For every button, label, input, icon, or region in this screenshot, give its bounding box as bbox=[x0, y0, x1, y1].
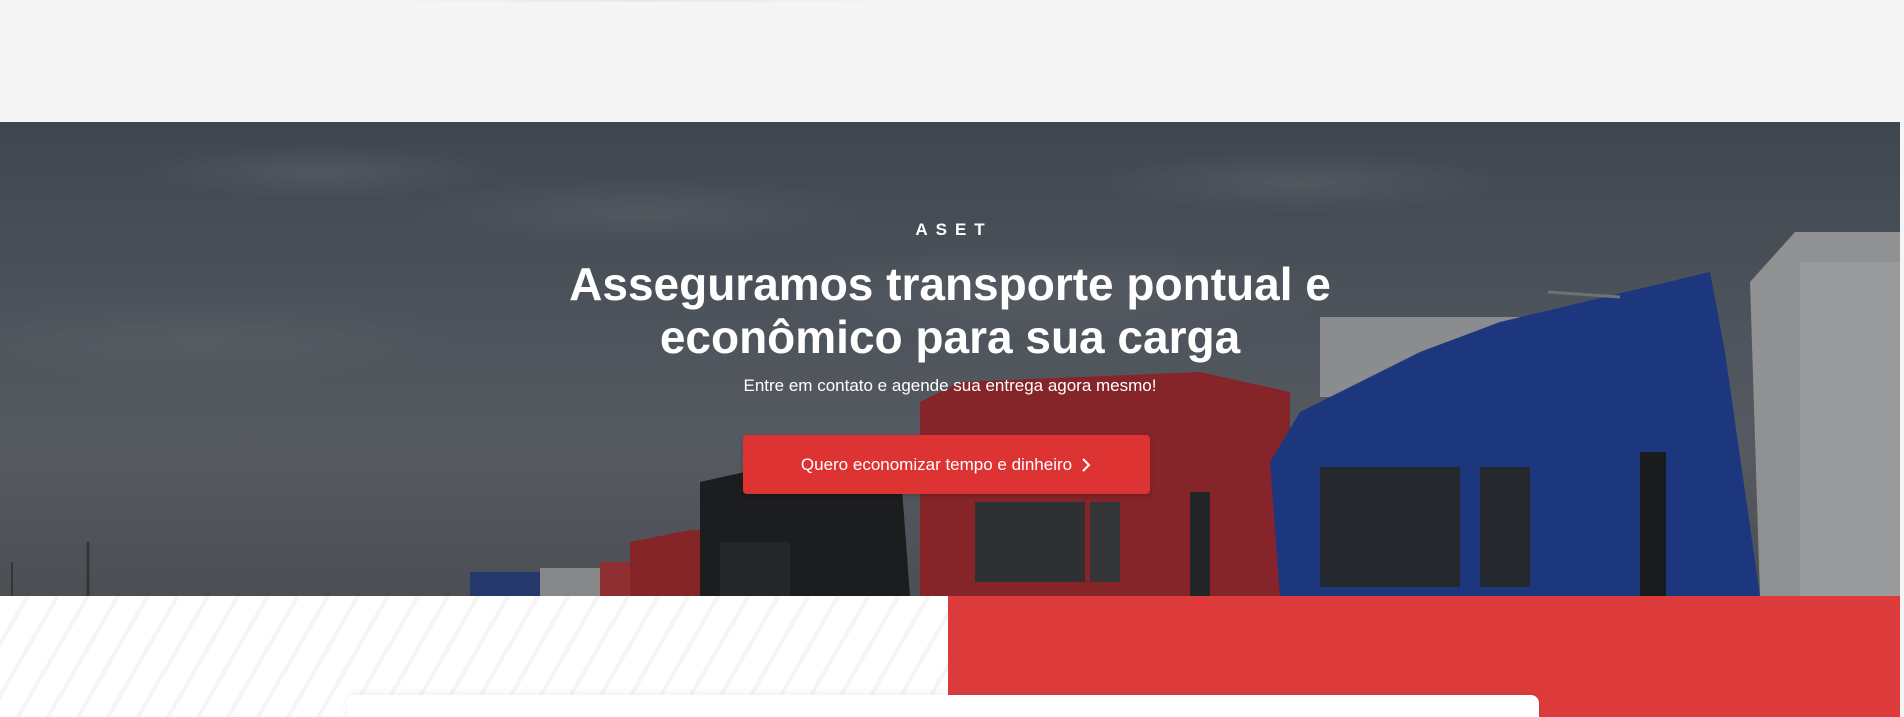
headline-line-1: Asseguramos transporte pontual e bbox=[569, 258, 1331, 310]
top-section bbox=[0, 0, 1904, 122]
hero-subtitle: Entre em contato e agende sua entrega ag… bbox=[743, 376, 1157, 395]
divider bbox=[360, 0, 920, 2]
headline-line-2: econômico para sua carga bbox=[659, 311, 1241, 363]
hero-banner: ASET Asseguramos transporte pontual e ec… bbox=[0, 122, 1900, 596]
scrollbar-gutter bbox=[1900, 0, 1904, 717]
cta-save-time-money-button[interactable]: Quero economizar tempo e dinheiro bbox=[743, 435, 1150, 494]
chevron-right-icon bbox=[1082, 457, 1091, 472]
next-section bbox=[0, 596, 1904, 717]
hero-content: ASET Asseguramos transporte pontual e ec… bbox=[0, 122, 1900, 596]
content-card bbox=[347, 695, 1539, 717]
hero-headline: Asseguramos transporte pontual e econômi… bbox=[0, 258, 1900, 364]
cta-label: Quero economizar tempo e dinheiro bbox=[800, 454, 1073, 474]
brand-eyebrow: ASET bbox=[915, 220, 993, 239]
